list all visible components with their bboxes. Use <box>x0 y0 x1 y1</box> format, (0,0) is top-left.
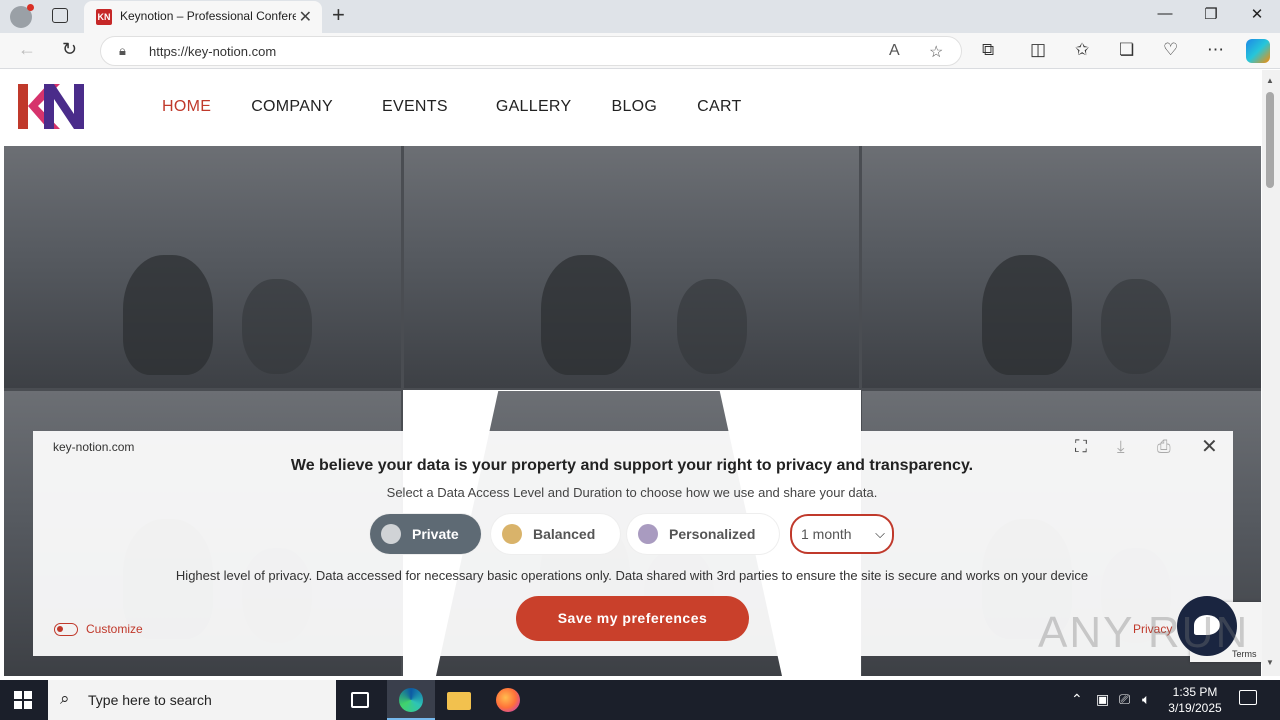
main-nav: HOME COMPANY EVENTS GALLERY BLOG CART <box>162 98 742 116</box>
level-personalized-button[interactable]: Personalized <box>627 514 779 554</box>
nav-home[interactable]: HOME <box>162 98 211 116</box>
watermark-text: ANY RUN <box>1038 608 1250 657</box>
favorite-icon[interactable]: ☆ <box>929 42 943 62</box>
duration-select[interactable]: 1 month ⌵ <box>790 514 894 554</box>
download-icon[interactable]: ⤓ <box>1117 437 1125 457</box>
fullscreen-icon[interactable]: ⛶ <box>1075 437 1087 457</box>
level-label: Balanced <box>533 526 596 542</box>
duration-value: 1 month <box>801 526 852 542</box>
task-view-icon[interactable] <box>336 680 384 720</box>
browser-tab[interactable]: KN Keynotion – Professional Conferences … <box>84 1 322 33</box>
url-bar[interactable]: 🔒︎ https://key-notion.com A ☆ <box>100 36 962 66</box>
lock-icon[interactable]: 🔒︎ <box>119 43 126 59</box>
clock-time: 1:35 PM <box>1172 685 1218 699</box>
page-scrollbar[interactable]: ▲ ▼ <box>1262 70 1280 676</box>
level-label: Private <box>412 526 459 542</box>
file-explorer-icon[interactable] <box>435 680 483 720</box>
profile-icon[interactable] <box>10 4 34 28</box>
hero-photo-tile <box>4 146 401 388</box>
web-page: HOME COMPANY EVENTS GALLERY BLOG CART ke… <box>0 70 1262 676</box>
customize-toggle[interactable]: Customize <box>54 622 143 636</box>
level-dot-icon <box>502 524 522 544</box>
nav-cart[interactable]: CART <box>697 98 741 116</box>
toggle-icon <box>54 623 78 636</box>
collections-icon[interactable]: ❏ <box>1119 40 1134 60</box>
notifications-icon[interactable] <box>1239 690 1257 705</box>
maximize-icon[interactable]: ❐ <box>1196 5 1226 23</box>
level-private-button[interactable]: Private <box>370 514 481 554</box>
tab-title: Keynotion – Professional Conferences <box>120 9 296 23</box>
site-favicon-icon: KN <box>96 9 112 25</box>
search-placeholder: Type here to search <box>88 692 212 708</box>
read-aloud-icon[interactable]: A <box>889 42 900 60</box>
window-close-icon[interactable]: ✕ <box>1242 5 1272 23</box>
browser-essentials-icon[interactable]: ♡ <box>1163 40 1178 60</box>
scroll-thumb[interactable] <box>1266 92 1274 188</box>
url-text[interactable]: https://key-notion.com <box>149 44 276 59</box>
more-icon[interactable]: ⋯ <box>1207 40 1224 60</box>
edge-app-icon[interactable] <box>387 680 435 720</box>
address-toolbar: ← ↻ 🔒︎ https://key-notion.com A ☆ ⧉ ◫ ✩ … <box>0 33 1280 69</box>
favorites-icon[interactable]: ✩ <box>1075 40 1089 60</box>
level-balanced-button[interactable]: Balanced <box>491 514 620 554</box>
nav-gallery[interactable]: GALLERY <box>496 98 572 116</box>
site-logo[interactable] <box>18 84 84 129</box>
scroll-up-icon[interactable]: ▲ <box>1266 76 1274 85</box>
volume-icon[interactable]: 🔈︎ <box>1142 691 1150 708</box>
nav-events[interactable]: EVENTS <box>382 98 448 116</box>
level-dot-icon <box>638 524 658 544</box>
browser-titlebar: KN Keynotion – Professional Conferences … <box>0 0 1280 33</box>
firefox-icon[interactable] <box>484 680 532 720</box>
scroll-down-icon[interactable]: ▼ <box>1266 658 1274 667</box>
windows-taskbar: ⌕ Type here to search ⌃ ▣ ⎚ 🔈︎ 1:35 PM 3… <box>0 680 1280 720</box>
tray-device-icon[interactable]: ▣ <box>1096 691 1109 708</box>
minimize-icon[interactable]: — <box>1150 5 1180 22</box>
refresh-icon[interactable]: ↻ <box>62 39 77 60</box>
consent-domain: key-notion.com <box>53 440 135 454</box>
new-tab-icon[interactable]: + <box>332 2 345 28</box>
consent-subtitle: Select a Data Access Level and Duration … <box>386 485 878 500</box>
customize-label: Customize <box>86 622 143 636</box>
level-label: Personalized <box>669 526 756 542</box>
nav-company[interactable]: COMPANY <box>251 98 333 116</box>
back-icon[interactable]: ← <box>18 39 36 60</box>
extensions-icon[interactable]: ⧉ <box>982 40 994 60</box>
copilot-icon[interactable] <box>1246 39 1270 63</box>
search-icon: ⌕ <box>60 689 70 708</box>
split-screen-icon[interactable]: ◫ <box>1030 40 1046 60</box>
nav-blog[interactable]: BLOG <box>611 98 657 116</box>
clock-date: 3/19/2025 <box>1168 701 1222 715</box>
hero-photo-tile <box>404 146 859 388</box>
level-dot-icon <box>381 524 401 544</box>
tab-close-icon[interactable]: ✕ <box>299 7 312 27</box>
consent-title: We believe your data is your property an… <box>290 457 974 474</box>
taskbar-search[interactable]: ⌕ Type here to search <box>48 680 336 720</box>
network-icon[interactable]: ⎚ <box>1119 691 1130 708</box>
save-preferences-button[interactable]: Save my preferences <box>516 596 749 641</box>
hero-photo-tile <box>862 146 1261 388</box>
level-description: Highest level of privacy. Data accessed … <box>175 568 1089 583</box>
tray-chevron-icon[interactable]: ⌃ <box>1071 691 1083 708</box>
tab-actions-icon[interactable] <box>52 8 68 23</box>
close-icon[interactable]: ✕ <box>1201 434 1218 459</box>
windows-start-icon[interactable] <box>14 691 32 709</box>
print-icon[interactable]: ⎙ <box>1157 437 1171 457</box>
taskbar-clock[interactable]: 1:35 PM 3/19/2025 <box>1160 684 1230 716</box>
chevron-down-icon: ⌵ <box>875 526 885 541</box>
